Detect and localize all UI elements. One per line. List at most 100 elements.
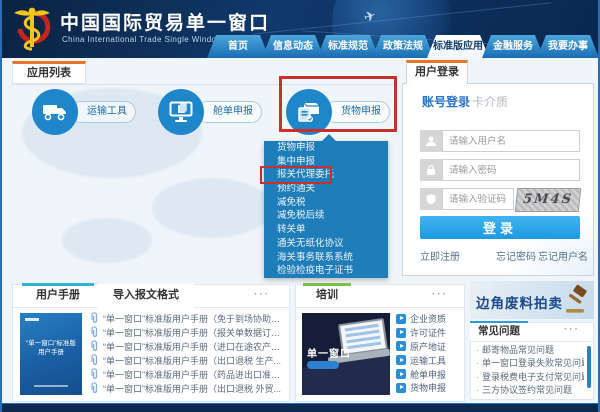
faq-scrollbar[interactable]: [587, 346, 591, 388]
manual-list-item[interactable]: “单一窗口”标准版用户手册（出口退税 生产...: [90, 353, 286, 367]
app-list-tab[interactable]: 应用列表: [12, 61, 86, 84]
password-input[interactable]: [442, 159, 580, 181]
training-header-divider: [296, 307, 464, 308]
training-video-thumbnail[interactable]: 单一窗口: [302, 313, 390, 395]
training-item-enterprise[interactable]: 企业资质: [396, 312, 462, 326]
training-item-cargo[interactable]: 货物申报: [396, 381, 462, 395]
nav-tab-standard-app[interactable]: 标准版应用: [427, 35, 489, 58]
customs-caduceus-logo: [10, 5, 54, 53]
tab-training[interactable]: 培训: [303, 283, 351, 307]
password-row: [420, 159, 580, 181]
faq-list: 邮寄物品常见问题 单一窗口登录失败常见问题 登录税费电子支付常见问题 三方协议签…: [476, 344, 584, 398]
nav-tab-standards[interactable]: 标准规范: [317, 35, 379, 58]
login-card-medium-tab[interactable]: 卡介质: [472, 93, 508, 110]
faq-more-button[interactable]: ···: [564, 324, 580, 335]
paperclip-icon: [90, 354, 99, 366]
header: ✈ 中国国际贸易单一窗口 China International Trade S…: [2, 0, 600, 58]
lock-icon: [420, 159, 442, 181]
play-icon: [396, 383, 406, 393]
nav-tab-services[interactable]: 我要办事: [537, 35, 599, 58]
training-item-origin-cert[interactable]: 原产地证: [396, 340, 462, 354]
manual-list-item[interactable]: “单一窗口”标准版用户手册（药品进出口准许...: [90, 367, 286, 381]
login-account-tab[interactable]: 账号登录: [422, 93, 470, 110]
play-icon: [396, 355, 406, 365]
user-icon: [420, 130, 442, 152]
dropdown-item-customs-affairs-system[interactable]: 海关事务联系系统: [264, 251, 388, 265]
nav-tab-finance[interactable]: 金融服务: [482, 35, 544, 58]
forgot-username-link[interactable]: 忘记用户名: [538, 248, 588, 263]
dropdown-item-inspection-e-certificate[interactable]: 检验检疫电子证书: [264, 264, 388, 278]
username-input[interactable]: [442, 130, 580, 152]
app-item-transport[interactable]: 运输工具: [32, 88, 144, 136]
login-panel-tab[interactable]: 用户登录: [406, 60, 468, 84]
captcha-image[interactable]: 5M4S: [515, 188, 582, 212]
dropdown-item-appointment-clearance[interactable]: 预约通关: [264, 182, 388, 196]
book-cover-decoration: [34, 385, 68, 387]
manual-list-item[interactable]: “单一窗口”标准版用户手册（出口退税 外贸...: [90, 381, 286, 395]
dropdown-item-cargo-declaration[interactable]: 货物申报: [264, 141, 388, 155]
manual-list-item[interactable]: “单一窗口”标准版用户手册（免于到场协助查...: [90, 311, 286, 325]
tab-import-format[interactable]: 导入报文格式: [98, 284, 194, 308]
training-item-manifest[interactable]: 舱单申报: [396, 367, 462, 381]
faq-item-mail[interactable]: 邮寄物品常见问题: [476, 344, 584, 357]
dropdown-item-paperless-agreement[interactable]: 通关无纸化协议: [264, 237, 388, 251]
manual-book-cover[interactable]: “单一窗口”标准版用户手册: [20, 313, 82, 395]
cargo-declaration-dropdown: 货物申报 集中申报 报关代理委托 预约通关 减免税 减免税后续 转关单 通关无纸…: [264, 141, 388, 278]
paperclip-icon: [90, 382, 99, 394]
manual-list-item[interactable]: “单一窗口”标准版用户手册（进口在途农产品...: [90, 339, 286, 353]
banner-title: 边角废料拍卖: [476, 292, 563, 312]
paperclip-icon: [90, 326, 99, 338]
book-cover-title: “单一窗口”标准版用户手册: [24, 339, 78, 357]
login-tab-divider: |: [464, 93, 467, 107]
faq-header-divider: [471, 341, 593, 342]
world-map-decoration: [152, 178, 272, 238]
tab-user-manual[interactable]: 用户手册: [22, 283, 94, 307]
nav-tab-home[interactable]: 首页: [207, 35, 269, 58]
faq-item-login-fail[interactable]: 单一窗口登录失败常见问题: [476, 357, 584, 370]
training-more-button[interactable]: ···: [432, 289, 448, 300]
dropdown-item-transit-form[interactable]: 转关单: [264, 223, 388, 237]
dropdown-item-tax-reduction-followup[interactable]: 减免税后续: [264, 209, 388, 223]
thumbnail-caption: 单一窗口: [307, 345, 351, 360]
thumbnail-badge: [307, 361, 339, 369]
shield-icon: [420, 188, 442, 210]
forgot-password-link[interactable]: 忘记密码: [496, 248, 536, 263]
register-link[interactable]: 立即注册: [420, 248, 460, 263]
scrap-auction-banner[interactable]: 边角废料拍卖: [470, 281, 594, 319]
faq-item-tripartite-agreement[interactable]: 三方协议签约常见问题: [476, 384, 584, 397]
play-icon: [396, 328, 406, 338]
dropdown-item-tax-reduction[interactable]: 减免税: [264, 196, 388, 210]
tab-faq[interactable]: 常见问题: [470, 321, 528, 341]
truck-icon: [32, 89, 78, 135]
paperclip-icon: [90, 312, 99, 324]
play-icon: [396, 369, 406, 379]
gavel-icon: [564, 285, 590, 315]
login-button[interactable]: 登录: [420, 216, 580, 239]
manual-list-item[interactable]: “单一窗口”标准版用户手册（报关单数据订阅...: [90, 325, 286, 339]
main-nav: 首页 信息动态 标准规范 政策法规 标准版应用 金融服务 我要办事: [207, 35, 599, 58]
username-row: [420, 130, 580, 152]
nav-tab-policies[interactable]: 政策法规: [372, 35, 434, 58]
site-subtitle: China International Trade Single Window: [62, 35, 223, 44]
world-map-decoration: [62, 218, 152, 263]
app-label: 舱单申报: [196, 101, 262, 123]
play-icon: [396, 314, 406, 324]
training-item-license[interactable]: 许可证件: [396, 326, 462, 340]
manual-list: “单一窗口”标准版用户手册（免于到场协助查... “单一窗口”标准版用户手册（报…: [90, 311, 286, 395]
footer-bar: [2, 403, 600, 412]
training-item-transport[interactable]: 运输工具: [396, 353, 462, 367]
nav-tab-news[interactable]: 信息动态: [262, 35, 324, 58]
app-item-manifest[interactable]: 舱单申报: [158, 88, 270, 136]
paperclip-icon: [90, 368, 99, 380]
annotation-box-cargo-declaration: [279, 76, 397, 132]
captcha-input[interactable]: [442, 188, 514, 210]
site-title: 中国国际贸易单一窗口: [60, 8, 270, 35]
paperclip-icon: [90, 340, 99, 352]
faq-item-epayment[interactable]: 登录税费电子支付常见问题: [476, 371, 584, 384]
play-icon: [396, 341, 406, 351]
training-list: 企业资质 许可证件 原产地证 运输工具 舱单申报 货物申报: [396, 312, 462, 395]
manuals-more-button[interactable]: ···: [254, 289, 270, 300]
app-label: 运输工具: [70, 101, 136, 123]
book-logo-mark: [25, 318, 39, 321]
single-window-portal: ✈ 中国国际贸易单一窗口 China International Trade S…: [0, 0, 600, 412]
